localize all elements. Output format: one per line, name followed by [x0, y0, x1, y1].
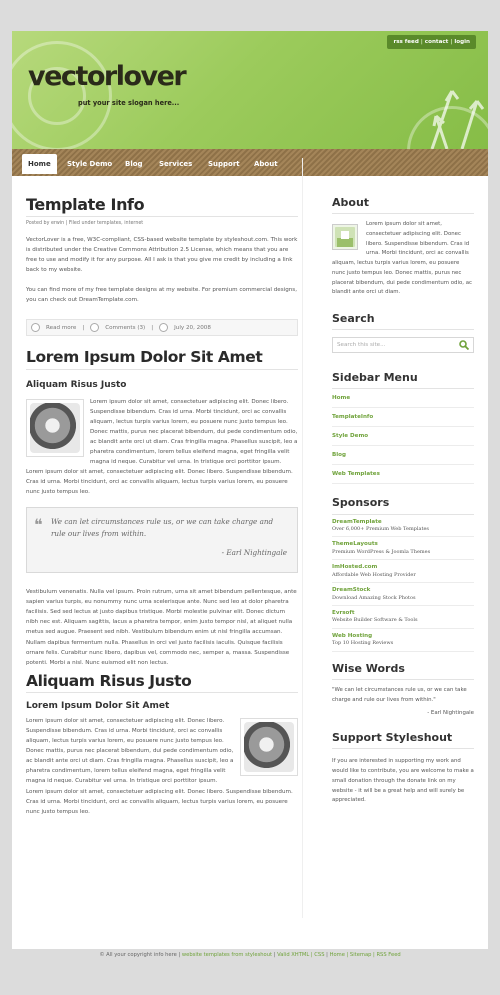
sponsor-link[interactable]: ImHosted.com	[332, 563, 474, 571]
sidebar-heading-search: Search	[332, 312, 474, 331]
sponsor-description: Affordable Web Hosting Provider	[332, 571, 416, 578]
read-more-icon	[31, 323, 40, 333]
support-text: If you are interested in supporting my w…	[332, 758, 474, 804]
post-title[interactable]: Template Info	[26, 195, 298, 218]
quote-author: - Earl Nightingale	[221, 548, 287, 558]
sponsor-description: Download Amazing Stock Photos	[332, 594, 416, 601]
sidebar-menu-home[interactable]: Home	[332, 389, 474, 409]
sponsor-item: DreamStock Download Amazing Stock Photos	[332, 583, 474, 607]
sidebar-menu-web-templates[interactable]: Web Templates	[332, 465, 474, 485]
search-icon[interactable]	[459, 340, 469, 351]
column-divider	[302, 158, 303, 918]
search-box[interactable]: Search this site...	[332, 337, 474, 354]
sidebar-heading-sponsors: Sponsors	[332, 496, 474, 515]
post-paragraph: You can find more of my free template de…	[26, 287, 297, 304]
firefox-logo-image	[240, 718, 298, 777]
site-header: rss feed | contact | login vectorlover p…	[12, 31, 488, 149]
top-links: rss feed | contact | login	[387, 35, 476, 50]
sidebar: About Lorem ipsum dolor sit amet, consec…	[332, 196, 474, 810]
sponsor-item: Evrsoft Website Builder Software & Tools	[332, 606, 474, 629]
nav-item-home[interactable]: Home	[22, 154, 57, 174]
sponsor-link[interactable]: Web Hosting	[332, 632, 474, 640]
main-content: Template Info Posted by erwin | Filed un…	[26, 195, 298, 821]
sidebar-heading-about: About	[332, 196, 474, 215]
sponsor-link[interactable]: DreamStock	[332, 586, 474, 594]
sponsor-description: Over 6,000+ Premium Web Templates	[332, 525, 430, 532]
sponsors-list: DreamTemplate Over 6,000+ Premium Web Te…	[332, 515, 474, 652]
comments-icon	[90, 323, 100, 333]
site-logo[interactable]: vectorlover	[28, 63, 187, 90]
contact-link[interactable]: contact	[425, 39, 449, 45]
quote-text: We can let circumstances rule us, or we …	[51, 517, 274, 538]
post-subtitle: Lorem Ipsum Dolor Sit Amet	[26, 701, 170, 712]
sidebar-heading-support: Support Styleshout	[332, 731, 474, 750]
nav-item-about[interactable]: About	[248, 154, 284, 174]
main-navigation: Home Style Demo Blog Services Support Ab…	[12, 149, 488, 176]
blockquote: ❝ We can let circumstances rule us, or w…	[26, 507, 298, 574]
nav-item-services[interactable]: Services	[153, 154, 198, 174]
footer-nav-links[interactable]: Home | Sitemap | RSS Feed	[330, 952, 401, 958]
footer-copyright: © All your copyright info here	[99, 952, 177, 958]
post-date: July 20, 2008	[174, 324, 211, 331]
nav-item-style-demo[interactable]: Style Demo	[61, 154, 118, 174]
footer-valid-links[interactable]: Valid XHTML | CSS	[277, 952, 324, 958]
sponsor-link[interactable]: DreamTemplate	[332, 518, 474, 526]
sidebar-menu-style-demo[interactable]: Style Demo	[332, 427, 474, 447]
sidebar-heading-wise-words: Wise Words	[332, 662, 474, 681]
post-paragraph: VectorLover is a free, W3C-compliant, CS…	[26, 236, 298, 273]
sidebar-menu-blog[interactable]: Blog	[332, 446, 474, 466]
wise-words-author: - Earl Nightingale	[427, 710, 474, 717]
nav-item-blog[interactable]: Blog	[119, 154, 149, 174]
rss-feed-link[interactable]: rss feed	[393, 39, 418, 45]
sponsor-link[interactable]: ThemeLayouts	[332, 540, 474, 548]
sidebar-heading-menu: Sidebar Menu	[332, 371, 474, 390]
sponsor-item: ImHosted.com Affordable Web Hosting Prov…	[332, 560, 474, 584]
sponsor-link[interactable]: Evrsoft	[332, 609, 474, 617]
read-more-link[interactable]: Read more	[46, 323, 76, 333]
footer-credit-link[interactable]: website templates from styleshout	[182, 952, 272, 958]
sponsor-description: Top 10 Hosting Reviews	[332, 640, 394, 647]
sponsor-item: Web Hosting Top 10 Hosting Reviews	[332, 629, 474, 652]
post-meta: Posted by erwin | Filed under templates,…	[26, 221, 144, 227]
search-input[interactable]: Search this site...	[337, 340, 459, 350]
post-subtitle: Aliquam Risus Justo	[26, 379, 127, 390]
post-title[interactable]: Lorem Ipsum Dolor Sit Amet	[26, 348, 298, 370]
site-footer: © All your copyright info here | website…	[99, 952, 401, 958]
arrows-decoration	[430, 90, 485, 149]
comments-link[interactable]: Comments (3)	[105, 323, 145, 333]
sponsor-description: Premium WordPress & Joomla Themes	[332, 548, 431, 555]
sidebar-menu: Home TemplateInfo Style Demo Blog Web Te…	[332, 389, 474, 485]
post-paragraph: Vestibulum venenatis. Nulla vel ipsum. P…	[26, 589, 297, 666]
author-avatar	[332, 224, 358, 251]
post-footer: Read more | Comments (3) | July 20, 2008	[26, 319, 298, 337]
firefox-logo-image	[26, 398, 84, 457]
clock-icon	[159, 323, 169, 333]
nav-item-support[interactable]: Support	[202, 154, 246, 174]
login-link[interactable]: login	[454, 39, 470, 45]
sidebar-menu-templateinfo[interactable]: TemplateInfo	[332, 408, 474, 428]
sponsor-item: DreamTemplate Over 6,000+ Premium Web Te…	[332, 515, 474, 538]
sponsor-description: Website Builder Software & Tools	[332, 617, 418, 624]
site-slogan: put your site slogan here...	[78, 99, 180, 107]
quote-mark-icon: ❝	[34, 515, 43, 535]
post-title[interactable]: Aliquam Risus Justo	[26, 672, 298, 694]
sponsor-item: ThemeLayouts Premium WordPress & Joomla …	[332, 537, 474, 561]
wise-words-text: "We can let circumstances rule us, or we…	[332, 687, 467, 703]
